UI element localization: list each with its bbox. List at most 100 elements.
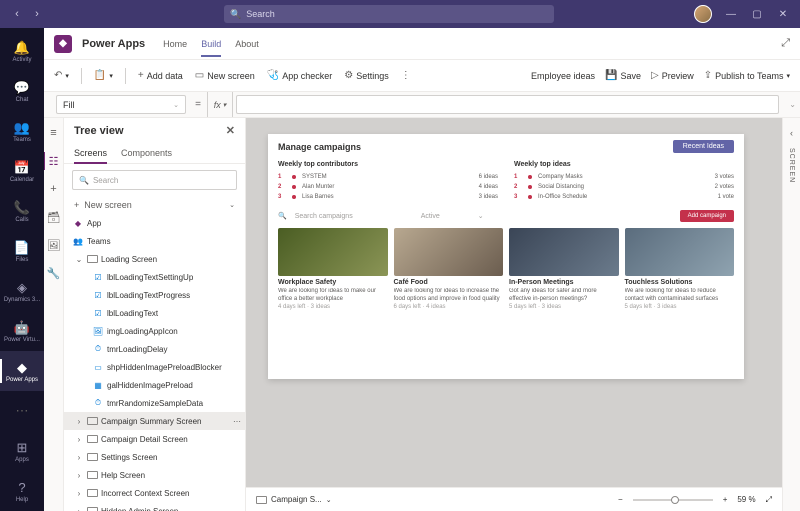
- data-icon[interactable]: 🗃: [47, 210, 61, 224]
- rail-activity[interactable]: 🔔Activity: [0, 32, 44, 72]
- tab-home[interactable]: Home: [163, 31, 187, 57]
- tree-node-app[interactable]: ◆App: [64, 214, 245, 232]
- campaign-card[interactable]: Café FoodWe are looking for ideas to inc…: [394, 228, 504, 310]
- tree-new-screen-button[interactable]: +New screen⌄: [64, 196, 245, 214]
- tree-view-icon[interactable]: ☷: [47, 154, 61, 168]
- screen-icon: [87, 255, 98, 263]
- campaign-search[interactable]: Search campaigns: [295, 213, 353, 220]
- save-button[interactable]: 💾Save: [605, 70, 641, 81]
- zoom-slider[interactable]: [633, 499, 713, 501]
- tree-node-control[interactable]: ⏱tmrRandomizeSampleData: [64, 394, 245, 412]
- more-icon[interactable]: ⋯: [233, 417, 241, 426]
- rail-files[interactable]: 📄Files: [0, 232, 44, 272]
- rail-calls[interactable]: 📞Calls: [0, 192, 44, 232]
- maximize-button[interactable]: ▢: [750, 7, 764, 21]
- close-button[interactable]: ✕: [776, 7, 790, 21]
- overflow-button[interactable]: ⋮: [401, 70, 411, 81]
- property-selector[interactable]: Fill⌄: [56, 95, 186, 114]
- tree-search-input[interactable]: 🔍Search: [72, 170, 237, 190]
- tree-tab-screens[interactable]: Screens: [74, 143, 107, 163]
- chevron-left-icon: ‹: [790, 128, 793, 138]
- card-image: [278, 228, 388, 276]
- expand-formula-icon[interactable]: ⌄: [789, 92, 800, 117]
- right-pane-label: SCREEN: [788, 148, 795, 183]
- recent-ideas-button[interactable]: Recent Ideas: [673, 140, 734, 153]
- right-collapsed-pane[interactable]: ‹ SCREEN: [782, 118, 800, 511]
- fx-label[interactable]: fx▾: [207, 92, 233, 117]
- canvas-area[interactable]: Manage campaignsRecent Ideas Weekly top …: [246, 118, 782, 511]
- tree-node-screen[interactable]: ›Settings Screen: [64, 448, 245, 466]
- tree-node-screen[interactable]: ›Campaign Summary Screen⋯: [64, 412, 245, 430]
- formula-input[interactable]: [236, 95, 779, 114]
- paste-button[interactable]: 📋▾: [94, 70, 113, 81]
- undo-button[interactable]: ↶▾: [54, 70, 69, 81]
- campaign-card[interactable]: In-Person MeetingsGot any ideas for safe…: [509, 228, 619, 310]
- chevron-right-icon[interactable]: ›: [74, 435, 84, 444]
- popout-icon[interactable]: ⤢: [781, 37, 790, 50]
- tree-node-control[interactable]: ⏱tmrLoadingDelay: [64, 340, 245, 358]
- rail-dynamics[interactable]: ◈Dynamics 3...: [0, 272, 44, 312]
- tree-tab-components[interactable]: Components: [121, 143, 172, 163]
- tree-node-screen[interactable]: ›Hidden Admin Screen: [64, 502, 245, 511]
- zoom-in-button[interactable]: +: [723, 495, 728, 504]
- minimize-button[interactable]: —: [724, 7, 738, 21]
- rail-powerapps[interactable]: ◆Power Apps: [0, 351, 44, 391]
- chevron-right-icon[interactable]: ›: [74, 489, 84, 498]
- chevron-right-icon[interactable]: ›: [74, 507, 84, 511]
- campaign-card[interactable]: Touchless SolutionsWe are looking for id…: [625, 228, 735, 310]
- campaign-card[interactable]: Workplace SafetyWe are looking for ideas…: [278, 228, 388, 310]
- close-tree-icon[interactable]: ✕: [226, 124, 235, 137]
- rail-apps[interactable]: ⊞Apps: [0, 431, 44, 471]
- chevron-down-icon: ⌄: [229, 201, 235, 209]
- screen-icon: [87, 435, 98, 443]
- rail-calendar[interactable]: 📅Calendar: [0, 152, 44, 192]
- chevron-down-icon[interactable]: ⌄: [74, 255, 84, 264]
- tree-node-teams[interactable]: 👥Teams: [64, 232, 245, 250]
- tree-node-screen[interactable]: ›Incorrect Context Screen: [64, 484, 245, 502]
- tree-node-control[interactable]: 🖼imgLoadingAppIcon: [64, 322, 245, 340]
- chevron-right-icon[interactable]: ›: [74, 453, 84, 462]
- tree-node-control[interactable]: ▭shpHiddenImagePreloadBlocker: [64, 358, 245, 376]
- card-description: We are looking for ideas to make our off…: [278, 288, 388, 302]
- settings-button[interactable]: ⚙Settings: [344, 70, 389, 81]
- tree-node-control[interactable]: ▦galHiddenImagePreload: [64, 376, 245, 394]
- hamburger-icon[interactable]: ≡: [47, 126, 61, 140]
- rail-help[interactable]: ?Help: [0, 471, 44, 511]
- new-screen-button[interactable]: ▭New screen: [195, 70, 255, 81]
- tree-node-screen[interactable]: ›Help Screen: [64, 466, 245, 484]
- add-data-button[interactable]: +Add data: [138, 70, 183, 81]
- rail-teams[interactable]: 👥Teams: [0, 112, 44, 152]
- rail-chat[interactable]: 💬Chat: [0, 72, 44, 112]
- nav-forward-button[interactable]: ›: [28, 5, 46, 23]
- insert-icon[interactable]: +: [47, 182, 61, 196]
- rail-more[interactable]: ⋯: [0, 391, 44, 431]
- tree-node-control[interactable]: ☑lblLoadingTextSettingUp: [64, 268, 245, 286]
- add-campaign-button[interactable]: Add campaign: [680, 210, 734, 222]
- media-icon[interactable]: 🖼: [47, 238, 61, 252]
- tree-node-control[interactable]: ☑lblLoadingTextProgress: [64, 286, 245, 304]
- chevron-right-icon[interactable]: ›: [74, 471, 84, 480]
- employee-ideas-label: Employee ideas: [531, 71, 595, 81]
- tree-node-screen[interactable]: ›Campaign Detail Screen: [64, 430, 245, 448]
- tree-node-loading-screen[interactable]: ⌄Loading Screen: [64, 250, 245, 268]
- publish-button[interactable]: ⇪Publish to Teams▾: [704, 70, 790, 81]
- chevron-right-icon[interactable]: ›: [74, 417, 84, 426]
- preview-button[interactable]: ▷Preview: [651, 70, 694, 81]
- zoom-label: 59 %: [737, 495, 755, 504]
- user-avatar[interactable]: [694, 5, 712, 23]
- rail-pva[interactable]: 🤖Power Virtu...: [0, 311, 44, 351]
- app-icon: ◆: [72, 218, 84, 228]
- zoom-out-button[interactable]: −: [618, 495, 623, 504]
- screen-selector[interactable]: Campaign S...⌄: [256, 495, 332, 504]
- filter-dropdown[interactable]: Active: [421, 213, 440, 220]
- screen-icon: ▭: [195, 70, 204, 81]
- advanced-icon[interactable]: 🔧: [47, 266, 61, 280]
- fit-icon[interactable]: ⤢: [766, 495, 772, 505]
- tree-node-control[interactable]: ☑lblLoadingText: [64, 304, 245, 322]
- global-search-input[interactable]: 🔍 Search: [224, 5, 554, 23]
- app-checker-button[interactable]: 🩺App checker: [267, 70, 332, 81]
- tab-build[interactable]: Build: [201, 31, 221, 57]
- stethoscope-icon: 🩺: [267, 70, 279, 81]
- tab-about[interactable]: About: [235, 31, 259, 57]
- nav-back-button[interactable]: ‹: [8, 5, 26, 23]
